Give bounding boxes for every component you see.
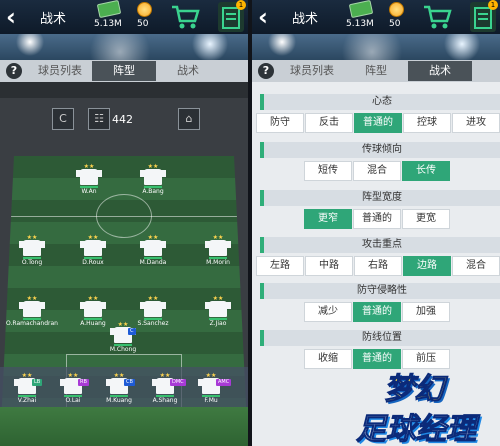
- player-card[interactable]: ★★ M.Morin: [183, 235, 248, 266]
- tab-tactics[interactable]: 战术: [156, 61, 220, 81]
- notification-badge: 1: [236, 0, 246, 10]
- player-card[interactable]: ★★ Z.Jiao: [183, 296, 248, 327]
- formation-panel: ‹ 战术 5.13M 50 1 ? 球员列表 阵型 战术 C ☷ 442 ⌂ ★…: [0, 0, 248, 446]
- player-card[interactable]: ★★ M.Chong C: [88, 322, 158, 354]
- player-name: F.Mu: [204, 397, 218, 404]
- shirt-icon: [80, 301, 106, 317]
- tactic-option[interactable]: 混合: [353, 161, 401, 181]
- player-name: O.Tong: [21, 259, 43, 266]
- player-card[interactable]: ★★ O.Ramachandran: [0, 296, 67, 328]
- shop-cart-icon[interactable]: [422, 3, 452, 31]
- position-tag: C: [128, 328, 136, 335]
- money-icon: [96, 0, 122, 19]
- tactic-option[interactable]: 进攻: [452, 113, 500, 133]
- tab-formation[interactable]: 阵型: [92, 61, 156, 81]
- section-title: 传球倾向: [260, 142, 500, 158]
- tactic-option[interactable]: 收缩: [304, 349, 352, 369]
- section-title: 阵型宽度: [260, 190, 500, 206]
- coin-value: 50: [137, 19, 149, 29]
- tactic-option[interactable]: 控球: [403, 113, 451, 133]
- tactic-option[interactable]: 混合: [452, 256, 500, 276]
- player-name: M.Morin: [206, 259, 230, 266]
- header-bar: ‹ 战术 5.13M 50 1: [0, 0, 248, 34]
- shirt-icon: [76, 169, 102, 185]
- section-title: 防守侵略性: [260, 283, 500, 299]
- money-value: 5.13M: [94, 19, 122, 29]
- back-icon[interactable]: ‹: [6, 3, 28, 31]
- page-title: 战术: [292, 12, 319, 27]
- shirt-icon: [80, 240, 106, 256]
- player-card[interactable]: ★★ A.Bang: [118, 164, 188, 195]
- position-tag: AMC: [216, 379, 232, 386]
- tactic-option[interactable]: 边路: [403, 256, 451, 276]
- tactic-option[interactable]: 普通的: [354, 113, 402, 133]
- logo-line-2: 足球经理: [356, 412, 477, 446]
- money-value: 5.13M: [346, 19, 374, 29]
- coin-value: 50: [389, 19, 401, 29]
- tactic-option[interactable]: 普通的: [353, 209, 401, 229]
- shop-cart-icon[interactable]: [170, 3, 200, 31]
- header-bar: ‹ 战术 5.13M 50 1: [252, 0, 500, 34]
- logo-line-1: 梦幻: [384, 372, 445, 408]
- tactic-option[interactable]: 中路: [305, 256, 353, 276]
- tactic-option[interactable]: 更宽: [402, 209, 450, 229]
- tactic-option[interactable]: 防守: [256, 113, 304, 133]
- tactic-option[interactable]: 短传: [304, 161, 352, 181]
- shirt-icon: [140, 301, 166, 317]
- section-title: 心态: [260, 94, 500, 110]
- tactic-option[interactable]: 右路: [354, 256, 402, 276]
- shirt-icon: [140, 169, 166, 185]
- captain-button[interactable]: C: [52, 108, 74, 130]
- player-card[interactable]: ★★ M.Danda: [118, 235, 188, 267]
- notification-badge: 1: [488, 0, 498, 10]
- clipboard-icon[interactable]: 1: [470, 0, 498, 32]
- coin-icon: [389, 2, 404, 17]
- player-card[interactable]: ★★ O.Tong: [0, 235, 67, 266]
- player-name: W.An: [81, 188, 97, 195]
- money-icon: [348, 0, 374, 19]
- player-name: A.Bang: [142, 188, 164, 195]
- tab-tactics[interactable]: 战术: [408, 61, 472, 81]
- player-name: M.Chong: [109, 346, 137, 353]
- player-card[interactable]: ★★ F.Mu AMC: [176, 373, 246, 404]
- tactic-option[interactable]: 反击: [305, 113, 353, 133]
- formation-icon[interactable]: ☷: [88, 108, 110, 130]
- help-icon[interactable]: ?: [6, 63, 22, 79]
- tactic-option[interactable]: 更窄: [304, 209, 352, 229]
- section-title: 攻击重点: [260, 237, 500, 253]
- team-icon[interactable]: ⌂: [178, 108, 200, 130]
- shirt-icon: [140, 240, 166, 256]
- player-name: Z.Jiao: [209, 320, 227, 327]
- tactic-option[interactable]: 减少: [304, 302, 352, 322]
- player-name: O.Ramachandran: [6, 320, 58, 327]
- game-logo: 梦幻 足球经理: [352, 364, 500, 446]
- shirt-icon: [205, 301, 231, 317]
- back-icon[interactable]: ‹: [258, 3, 280, 31]
- stadium-lights: [0, 34, 248, 60]
- tactic-option[interactable]: 加强: [402, 302, 450, 322]
- section-title: 防线位置: [260, 330, 500, 346]
- shirt-icon: [19, 301, 45, 317]
- coin-icon: [137, 2, 152, 17]
- formation-value: 442: [112, 113, 133, 126]
- tab-player-list[interactable]: 球员列表: [280, 61, 344, 81]
- tab-formation[interactable]: 阵型: [344, 61, 408, 81]
- clipboard-icon[interactable]: 1: [218, 0, 246, 32]
- tactic-option[interactable]: 普通的: [353, 302, 401, 322]
- player-name: M.Danda: [139, 259, 167, 266]
- tactic-option[interactable]: 长传: [402, 161, 450, 181]
- tactics-panel: ‹ 战术 5.13M 50 1 ? 球员列表 阵型 战术 心态 防守 反击 普通的 控球…: [252, 0, 500, 446]
- grass: [0, 407, 248, 446]
- help-icon[interactable]: ?: [258, 63, 274, 79]
- tactic-option[interactable]: 左路: [256, 256, 304, 276]
- tab-player-list[interactable]: 球员列表: [28, 61, 92, 81]
- stadium-lights: [252, 34, 500, 60]
- page-title: 战术: [40, 12, 67, 27]
- shirt-icon: [19, 240, 45, 256]
- shirt-icon: [205, 240, 231, 256]
- player-card[interactable]: ★★ W.An: [54, 164, 124, 195]
